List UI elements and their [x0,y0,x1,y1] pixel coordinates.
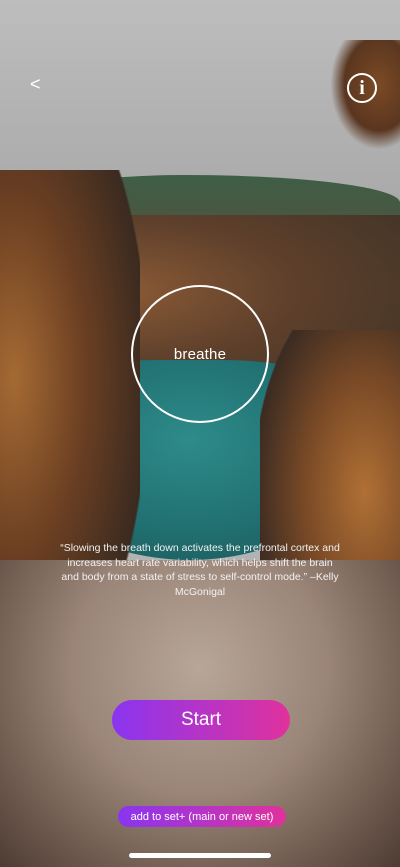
breathe-circle: breathe [131,285,269,423]
quote-text: “Slowing the breath down activates the p… [60,542,340,598]
info-icon: i [359,76,365,99]
info-button[interactable]: i [347,73,377,103]
add-to-set-label: add to set+ (main or new set) [130,810,274,823]
breathe-label: breathe [173,345,227,363]
start-button-label: Start [180,709,222,730]
start-button[interactable]: Start [112,700,290,740]
chevron-left-icon: < [30,74,41,94]
add-to-set-button[interactable]: add to set+ (main or new set) [118,806,286,827]
back-button[interactable]: < [30,74,41,95]
home-indicator[interactable] [129,853,271,858]
